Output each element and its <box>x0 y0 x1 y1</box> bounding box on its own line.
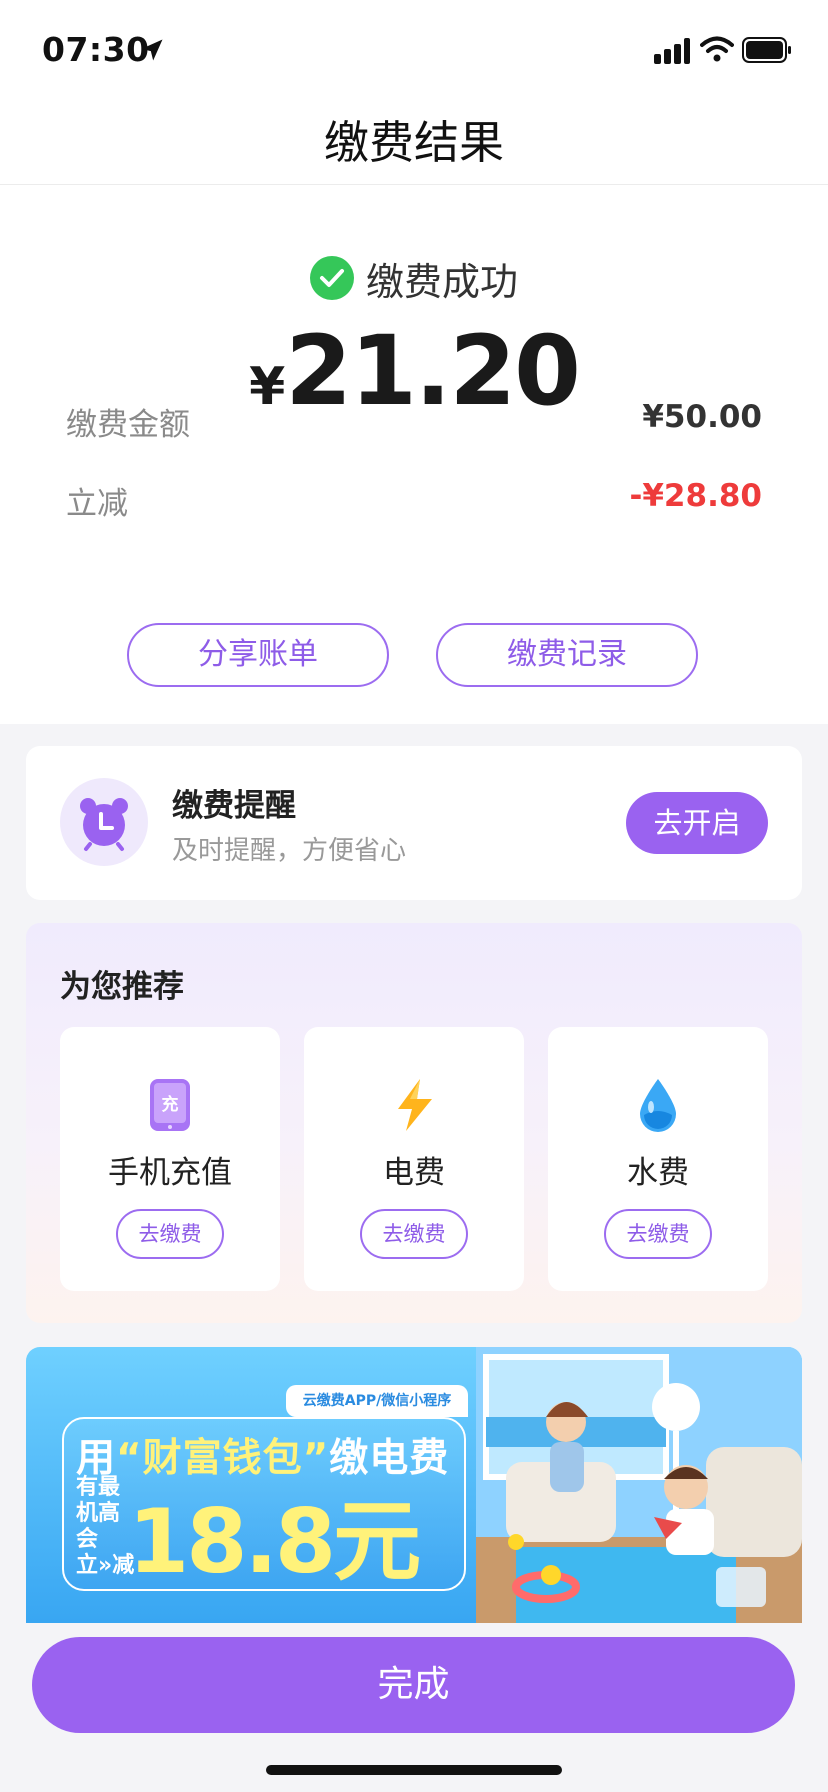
payment-status: 缴费成功 <box>0 255 828 304</box>
recommend-pay-button[interactable]: 去缴费 <box>360 1209 468 1259</box>
discount-value: -¥28.80 <box>629 478 763 514</box>
location-arrow-icon <box>141 39 163 61</box>
recharge-glyph: 充 <box>162 1094 179 1115</box>
recommend-item-name: 水费 <box>627 1155 689 1191</box>
row-label: 缴费金额 <box>66 407 190 443</box>
discount-row: 立减 -¥28.80 <box>66 478 763 522</box>
alarm-clock-icon <box>80 798 128 851</box>
recommend-card-electricity[interactable]: 电费 去缴费 <box>304 1027 524 1291</box>
banner-illustration <box>476 1347 802 1623</box>
done-button[interactable]: 完成 <box>32 1637 795 1733</box>
signal-icon <box>654 38 690 64</box>
status-time: 07:30 <box>42 30 150 69</box>
promo-banner[interactable]: 云缴费APP/微信小程序 用“财富钱包”缴电费 有最机高会立»减 18.8元 <box>26 1347 802 1623</box>
banner-big-text: 18.8元 <box>128 1490 421 1593</box>
reminder-subtitle: 及时提醒，方便省心 <box>172 836 407 866</box>
share-bill-button[interactable]: 分享账单 <box>127 623 389 687</box>
recommend-title: 为您推荐 <box>60 969 184 1005</box>
battery-icon <box>742 37 791 63</box>
enable-reminder-button[interactable]: 去开启 <box>626 792 768 854</box>
original-amount-row: 缴费金额 ¥50.00 <box>66 399 762 443</box>
phone-recharge-icon: 充 <box>150 1079 190 1131</box>
reminder-title: 缴费提醒 <box>172 788 296 824</box>
water-drop-icon <box>640 1079 676 1132</box>
home-indicator <box>266 1765 562 1775</box>
page-title: 缴费结果 <box>323 116 504 169</box>
recommend-item-name: 电费 <box>383 1155 445 1191</box>
wifi-icon <box>700 36 734 62</box>
recommend-item-name: 手机充值 <box>108 1155 232 1191</box>
row-label: 立减 <box>66 486 128 522</box>
recommend-card-water[interactable]: 水费 去缴费 <box>548 1027 768 1291</box>
payment-status-text: 缴费成功 <box>365 259 518 304</box>
status-bar: 07:30 <box>0 0 828 92</box>
payment-reminder-card: 缴费提醒 及时提醒，方便省心 去开启 <box>26 746 802 900</box>
banner-offer-card: 用“财富钱包”缴电费 有最机高会立»减 18.8元 <box>62 1417 466 1593</box>
recommend-card-phone[interactable]: 充 手机充值 去缴费 <box>60 1027 280 1291</box>
banner-side-text: 有最机高会立»减 <box>76 1475 135 1578</box>
payment-records-button[interactable]: 缴费记录 <box>436 623 698 687</box>
nav-bar: 缴费结果 <box>0 92 828 185</box>
lightning-icon <box>398 1079 432 1131</box>
payment-result-section: 缴费成功 ¥21.20 缴费金额 ¥50.00 立减 -¥28.80 分享账单 … <box>0 185 828 724</box>
banner-tag: 云缴费APP/微信小程序 <box>286 1385 468 1417</box>
recommend-pay-button[interactable]: 去缴费 <box>116 1209 224 1259</box>
row-value: ¥50.00 <box>642 399 762 435</box>
recommend-section: 为您推荐 充 手机充值 去缴费 电费 去缴费 水费 去缴费 <box>26 923 802 1323</box>
success-check-icon <box>309 256 354 300</box>
alarm-avatar <box>60 778 148 866</box>
recommend-pay-button[interactable]: 去缴费 <box>604 1209 712 1259</box>
